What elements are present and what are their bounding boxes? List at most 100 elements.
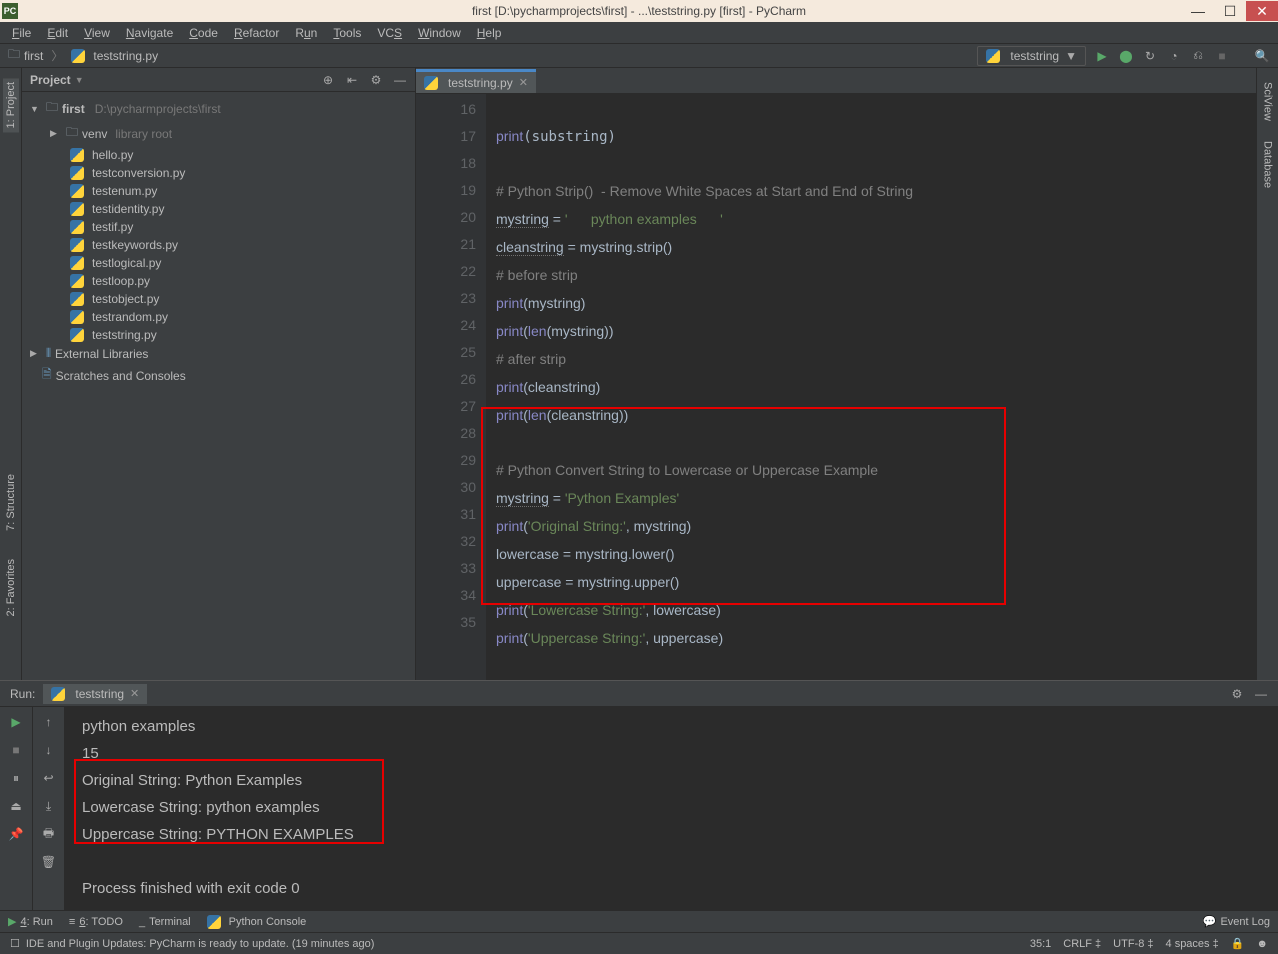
expand-icon[interactable]: ▶ xyxy=(50,128,62,139)
tool-tab-sciview[interactable]: SciView xyxy=(1260,78,1276,125)
tool-tab-favorites[interactable]: 2: Favorites xyxy=(3,555,19,620)
encoding[interactable]: UTF-8 ‡ xyxy=(1113,938,1153,950)
clear-icon[interactable]: 🗑 xyxy=(40,853,58,871)
event-log[interactable]: 💬Event Log xyxy=(1203,915,1270,928)
tool-tab-database[interactable]: Database xyxy=(1260,137,1276,192)
stop-icon[interactable]: ■ xyxy=(7,741,25,759)
venv-name: venv xyxy=(82,127,107,141)
scroll-icon[interactable]: ⤓ xyxy=(40,797,58,815)
code-editor[interactable]: 1617181920212223242526272829303132333435… xyxy=(416,94,1256,680)
tree-file[interactable]: testif.py xyxy=(22,218,415,236)
run-config-selector[interactable]: teststring ▼ xyxy=(977,46,1086,66)
highlight-annotation xyxy=(74,759,384,844)
console-output[interactable]: python examples 15 Original String: Pyth… xyxy=(64,707,1278,910)
menu-navigate[interactable]: Navigate xyxy=(120,24,179,42)
editor-tab-label: teststring.py xyxy=(448,76,513,90)
inspector-icon[interactable]: ☻ xyxy=(1256,938,1268,950)
close-button[interactable]: ✕ xyxy=(1246,1,1278,21)
stop-icon[interactable]: ■ xyxy=(1214,48,1230,64)
tree-file[interactable]: testconversion.py xyxy=(22,164,415,182)
breadcrumb-file[interactable]: teststring.py xyxy=(93,49,158,63)
editor-tab[interactable]: teststring.py ✕ xyxy=(416,69,536,93)
run-tool-window: Run: teststring ✕ ⚙ — ▶ ■ ⏸ ⏏ 📌 ↑ ↓ xyxy=(0,680,1278,910)
menu-file[interactable]: File xyxy=(6,24,37,42)
print-icon[interactable]: 🖶 xyxy=(40,825,58,843)
menu-window[interactable]: Window xyxy=(412,24,467,42)
titlebar: PC first [D:\pycharmprojects\first] - ..… xyxy=(0,0,1278,22)
cursor-position[interactable]: 35:1 xyxy=(1030,938,1051,950)
close-tab-icon[interactable]: ✕ xyxy=(130,687,139,700)
tree-file[interactable]: testobject.py xyxy=(22,290,415,308)
pause-icon[interactable]: ⏸ xyxy=(7,769,25,787)
menu-help[interactable]: Help xyxy=(471,24,508,42)
hide-icon[interactable]: — xyxy=(393,73,407,87)
hide-icon[interactable]: — xyxy=(1254,687,1268,701)
tree-file[interactable]: hello.py xyxy=(22,146,415,164)
expand-icon[interactable]: ▶ xyxy=(30,348,42,359)
line-separator[interactable]: CRLF ‡ xyxy=(1063,938,1101,950)
gear-icon[interactable]: ⚙ xyxy=(369,73,383,87)
maximize-button[interactable]: ☐ xyxy=(1214,1,1246,21)
menu-tools[interactable]: Tools xyxy=(327,24,367,42)
tool-python-console[interactable]: Python Console xyxy=(207,915,307,929)
scratches-icon: 🗎 xyxy=(42,365,52,386)
exit-icon[interactable]: ⏏ xyxy=(7,797,25,815)
code-content[interactable]: print(substring) # Python Strip() - Remo… xyxy=(486,94,1256,680)
close-tab-icon[interactable]: ✕ xyxy=(519,76,528,89)
tool-todo[interactable]: ≡6: TODO xyxy=(69,916,123,928)
tool-run[interactable]: ▶4: Run xyxy=(8,915,53,928)
up-icon[interactable]: ↑ xyxy=(40,713,58,731)
tree-file[interactable]: testloop.py xyxy=(22,272,415,290)
profile-icon[interactable]: ◔ xyxy=(1166,48,1182,64)
tool-tab-structure[interactable]: 7: Structure xyxy=(3,470,19,535)
collapse-icon[interactable]: ⇤ xyxy=(345,73,359,87)
expand-icon[interactable]: ▼ xyxy=(30,104,42,114)
search-icon[interactable]: 🔍 xyxy=(1254,48,1270,64)
breadcrumb[interactable]: 🗀 first 〉 teststring.py xyxy=(8,45,158,66)
attach-icon[interactable]: ⎌ xyxy=(1190,48,1206,64)
console-line: python examples xyxy=(82,713,1260,740)
tree-scratches[interactable]: 🗎 Scratches and Consoles xyxy=(22,363,415,388)
tree-file[interactable]: testidentity.py xyxy=(22,200,415,218)
down-icon[interactable]: ↓ xyxy=(40,741,58,759)
app-icon: PC xyxy=(2,3,18,19)
wrap-icon[interactable]: ↩ xyxy=(40,769,58,787)
tree-file[interactable]: testenum.py xyxy=(22,182,415,200)
menu-run[interactable]: Run xyxy=(289,24,323,42)
tree-ext-libs[interactable]: ▶ ⫴ External Libraries xyxy=(22,344,415,363)
status-message[interactable]: IDE and Plugin Updates: PyCharm is ready… xyxy=(26,938,375,950)
run-icon[interactable]: ▶ xyxy=(1094,48,1110,64)
dropdown-icon[interactable]: ▼ xyxy=(75,75,84,85)
tree-file[interactable]: teststring.py xyxy=(22,326,415,344)
indent[interactable]: 4 spaces ‡ xyxy=(1166,938,1219,950)
tree-venv[interactable]: ▶ 🗀 venv library root xyxy=(22,121,415,146)
python-file-icon xyxy=(70,166,84,180)
tool-terminal[interactable]: _Terminal xyxy=(139,916,191,928)
tree-file[interactable]: testrandom.py xyxy=(22,308,415,326)
locate-icon[interactable]: ⊕ xyxy=(321,73,335,87)
coverage-icon[interactable]: ↻ xyxy=(1142,48,1158,64)
folder-icon: 🗀 xyxy=(8,45,20,66)
tool-tab-project[interactable]: 1: Project xyxy=(3,78,19,132)
breadcrumb-root[interactable]: first xyxy=(24,49,43,63)
lock-icon[interactable]: 🔒 xyxy=(1231,937,1245,950)
menu-refactor[interactable]: Refactor xyxy=(228,24,285,42)
menu-edit[interactable]: Edit xyxy=(41,24,74,42)
python-file-icon xyxy=(424,76,438,90)
menu-view[interactable]: View xyxy=(78,24,116,42)
tree-file[interactable]: testkeywords.py xyxy=(22,236,415,254)
debug-icon[interactable]: ⬤ xyxy=(1118,48,1134,64)
python-file-icon xyxy=(70,184,84,198)
pin-icon[interactable]: 📌 xyxy=(7,825,25,843)
menu-code[interactable]: Code xyxy=(183,24,224,42)
project-tree[interactable]: ▼ 🗀 first D:\pycharmprojects\first ▶ 🗀 v… xyxy=(22,92,415,680)
tree-root[interactable]: ▼ 🗀 first D:\pycharmprojects\first xyxy=(22,96,415,121)
rerun-icon[interactable]: ▶ xyxy=(7,713,25,731)
tree-file[interactable]: testlogical.py xyxy=(22,254,415,272)
run-toolbar-secondary: ↑ ↓ ↩ ⤓ 🖶 🗑 xyxy=(32,707,64,910)
module-icon: 🗀 xyxy=(46,98,58,119)
gear-icon[interactable]: ⚙ xyxy=(1230,687,1244,701)
menu-vcs[interactable]: VCS xyxy=(371,24,408,42)
run-tab[interactable]: teststring ✕ xyxy=(43,684,147,704)
minimize-button[interactable]: — xyxy=(1182,1,1214,21)
